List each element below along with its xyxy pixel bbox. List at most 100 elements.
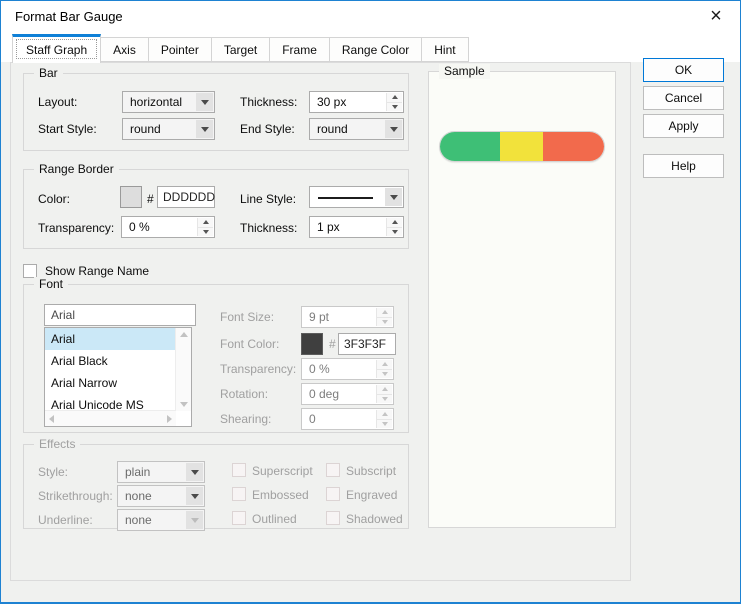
font-name-input[interactable]: Arial <box>44 304 196 326</box>
spinner-buttons <box>376 360 392 378</box>
rotation-spinner: 0 deg <box>301 383 394 405</box>
scroll-up-icon[interactable] <box>180 332 188 337</box>
spinner-buttons <box>197 218 213 236</box>
sample-bar-gauge <box>439 131 605 162</box>
spinner-up-icon <box>377 410 392 419</box>
layout-value: horizontal <box>130 95 182 109</box>
ok-button[interactable]: OK <box>643 58 724 82</box>
chevron-down-icon[interactable] <box>196 93 213 111</box>
font-color-label: Font Color: <box>220 337 279 352</box>
border-transparency-value: 0 % <box>129 220 150 234</box>
strikethrough-value: none <box>125 489 152 503</box>
chevron-down-icon[interactable] <box>385 188 402 206</box>
bar-group-legend: Bar <box>34 66 63 81</box>
font-size-label: Font Size: <box>220 310 274 325</box>
embossed-label: Embossed <box>252 488 309 503</box>
chevron-down-icon[interactable] <box>385 120 402 138</box>
spinner-down-icon[interactable] <box>198 227 213 237</box>
sample-segment-yellow <box>500 132 543 161</box>
font-list-item[interactable]: Arial Unicode MS <box>45 394 176 411</box>
spinner-up-icon[interactable] <box>387 93 402 102</box>
border-thickness-spinner[interactable]: 1 px <box>309 216 404 238</box>
show-range-name-checkbox[interactable] <box>23 264 37 278</box>
spinner-up-icon[interactable] <box>387 218 402 227</box>
font-group-legend: Font <box>34 277 68 292</box>
hash-symbol: # <box>329 337 336 352</box>
start-style-label: Start Style: <box>38 122 97 137</box>
tab-target[interactable]: Target <box>211 37 270 62</box>
solid-line-icon <box>318 197 373 199</box>
range-border-group: Range Border Color: # DDDDDD Line Style:… <box>23 169 409 249</box>
tab-strip: Staff Graph Axis Pointer Target Frame Ra… <box>13 33 469 62</box>
style-value: plain <box>125 465 150 479</box>
shadowed-label: Shadowed <box>346 512 403 527</box>
sample-group: Sample <box>428 71 616 528</box>
scroll-left-icon[interactable] <box>49 415 54 423</box>
shearing-label: Shearing: <box>220 412 271 427</box>
font-transparency-value: 0 % <box>309 362 330 376</box>
spinner-down-icon <box>377 317 392 327</box>
spinner-up-icon <box>377 360 392 369</box>
strikethrough-label: Strikethrough: <box>38 489 113 504</box>
scroll-right-icon[interactable] <box>167 415 172 423</box>
spinner-buttons <box>376 308 392 326</box>
embossed-checkbox <box>232 487 246 501</box>
border-color-hex-value: DDDDDD <box>163 190 215 204</box>
spinner-down-icon <box>377 419 392 429</box>
scroll-down-icon[interactable] <box>180 402 188 407</box>
rotation-value: 0 deg <box>309 387 339 401</box>
format-bar-gauge-dialog: Format Bar Gauge × Staff Graph Axis Poin… <box>0 0 741 604</box>
end-style-value: round <box>317 122 348 136</box>
spinner-buttons <box>376 410 392 428</box>
focus-rect <box>16 39 97 59</box>
cancel-button[interactable]: Cancel <box>643 86 724 110</box>
chevron-down-icon[interactable] <box>196 120 213 138</box>
chevron-down-icon <box>186 487 203 505</box>
cancel-button-label: Cancel <box>665 91 702 105</box>
tab-frame[interactable]: Frame <box>269 37 330 62</box>
subscript-label: Subscript <box>346 464 396 479</box>
tab-staff-graph[interactable]: Staff Graph <box>12 34 101 63</box>
layout-dropdown[interactable]: horizontal <box>122 91 215 113</box>
sample-group-legend: Sample <box>439 64 490 79</box>
font-list[interactable]: Arial Arial Black Arial Narrow Arial Uni… <box>44 327 192 427</box>
border-transparency-spinner[interactable]: 0 % <box>121 216 215 238</box>
tab-label: Axis <box>113 43 136 57</box>
window-title: Format Bar Gauge <box>15 9 123 24</box>
tab-label: Range Color <box>342 43 409 57</box>
font-name-value: Arial <box>51 308 75 322</box>
shearing-value: 0 <box>309 412 316 426</box>
font-size-spinner: 9 pt <box>301 306 394 328</box>
tab-axis[interactable]: Axis <box>100 37 149 62</box>
tab-range-color[interactable]: Range Color <box>329 37 422 62</box>
tab-pointer[interactable]: Pointer <box>148 37 212 62</box>
border-transparency-label: Transparency: <box>38 221 114 236</box>
superscript-checkbox <box>232 463 246 477</box>
apply-button[interactable]: Apply <box>643 114 724 138</box>
tab-label: Target <box>224 43 257 57</box>
font-list-item[interactable]: Arial Narrow <box>45 372 176 394</box>
start-style-dropdown[interactable]: round <box>122 118 215 140</box>
close-icon[interactable]: × <box>704 4 728 28</box>
horizontal-scrollbar[interactable] <box>45 410 176 426</box>
border-color-hex-input[interactable]: DDDDDD <box>157 186 215 208</box>
spinner-down-icon[interactable] <box>387 102 402 112</box>
vertical-scrollbar[interactable] <box>175 328 191 411</box>
tab-label: Hint <box>434 43 455 57</box>
bar-group: Bar Layout: horizontal Thickness: 30 px … <box>23 73 409 151</box>
ok-button-label: OK <box>675 63 692 77</box>
help-button[interactable]: Help <box>643 154 724 178</box>
spinner-up-icon[interactable] <box>198 218 213 227</box>
font-list-item-selected[interactable]: Arial <box>45 328 176 350</box>
tab-hint[interactable]: Hint <box>421 37 468 62</box>
spinner-down-icon[interactable] <box>387 227 402 237</box>
border-color-swatch[interactable] <box>120 186 142 208</box>
layout-label: Layout: <box>38 95 77 110</box>
bar-thickness-spinner[interactable]: 30 px <box>309 91 404 113</box>
font-size-value: 9 pt <box>309 310 329 324</box>
font-list-item[interactable]: Arial Black <box>45 350 176 372</box>
end-style-dropdown[interactable]: round <box>309 118 404 140</box>
bar-thickness-label: Thickness: <box>240 95 297 110</box>
range-border-legend: Range Border <box>34 162 119 177</box>
line-style-dropdown[interactable] <box>309 186 404 208</box>
